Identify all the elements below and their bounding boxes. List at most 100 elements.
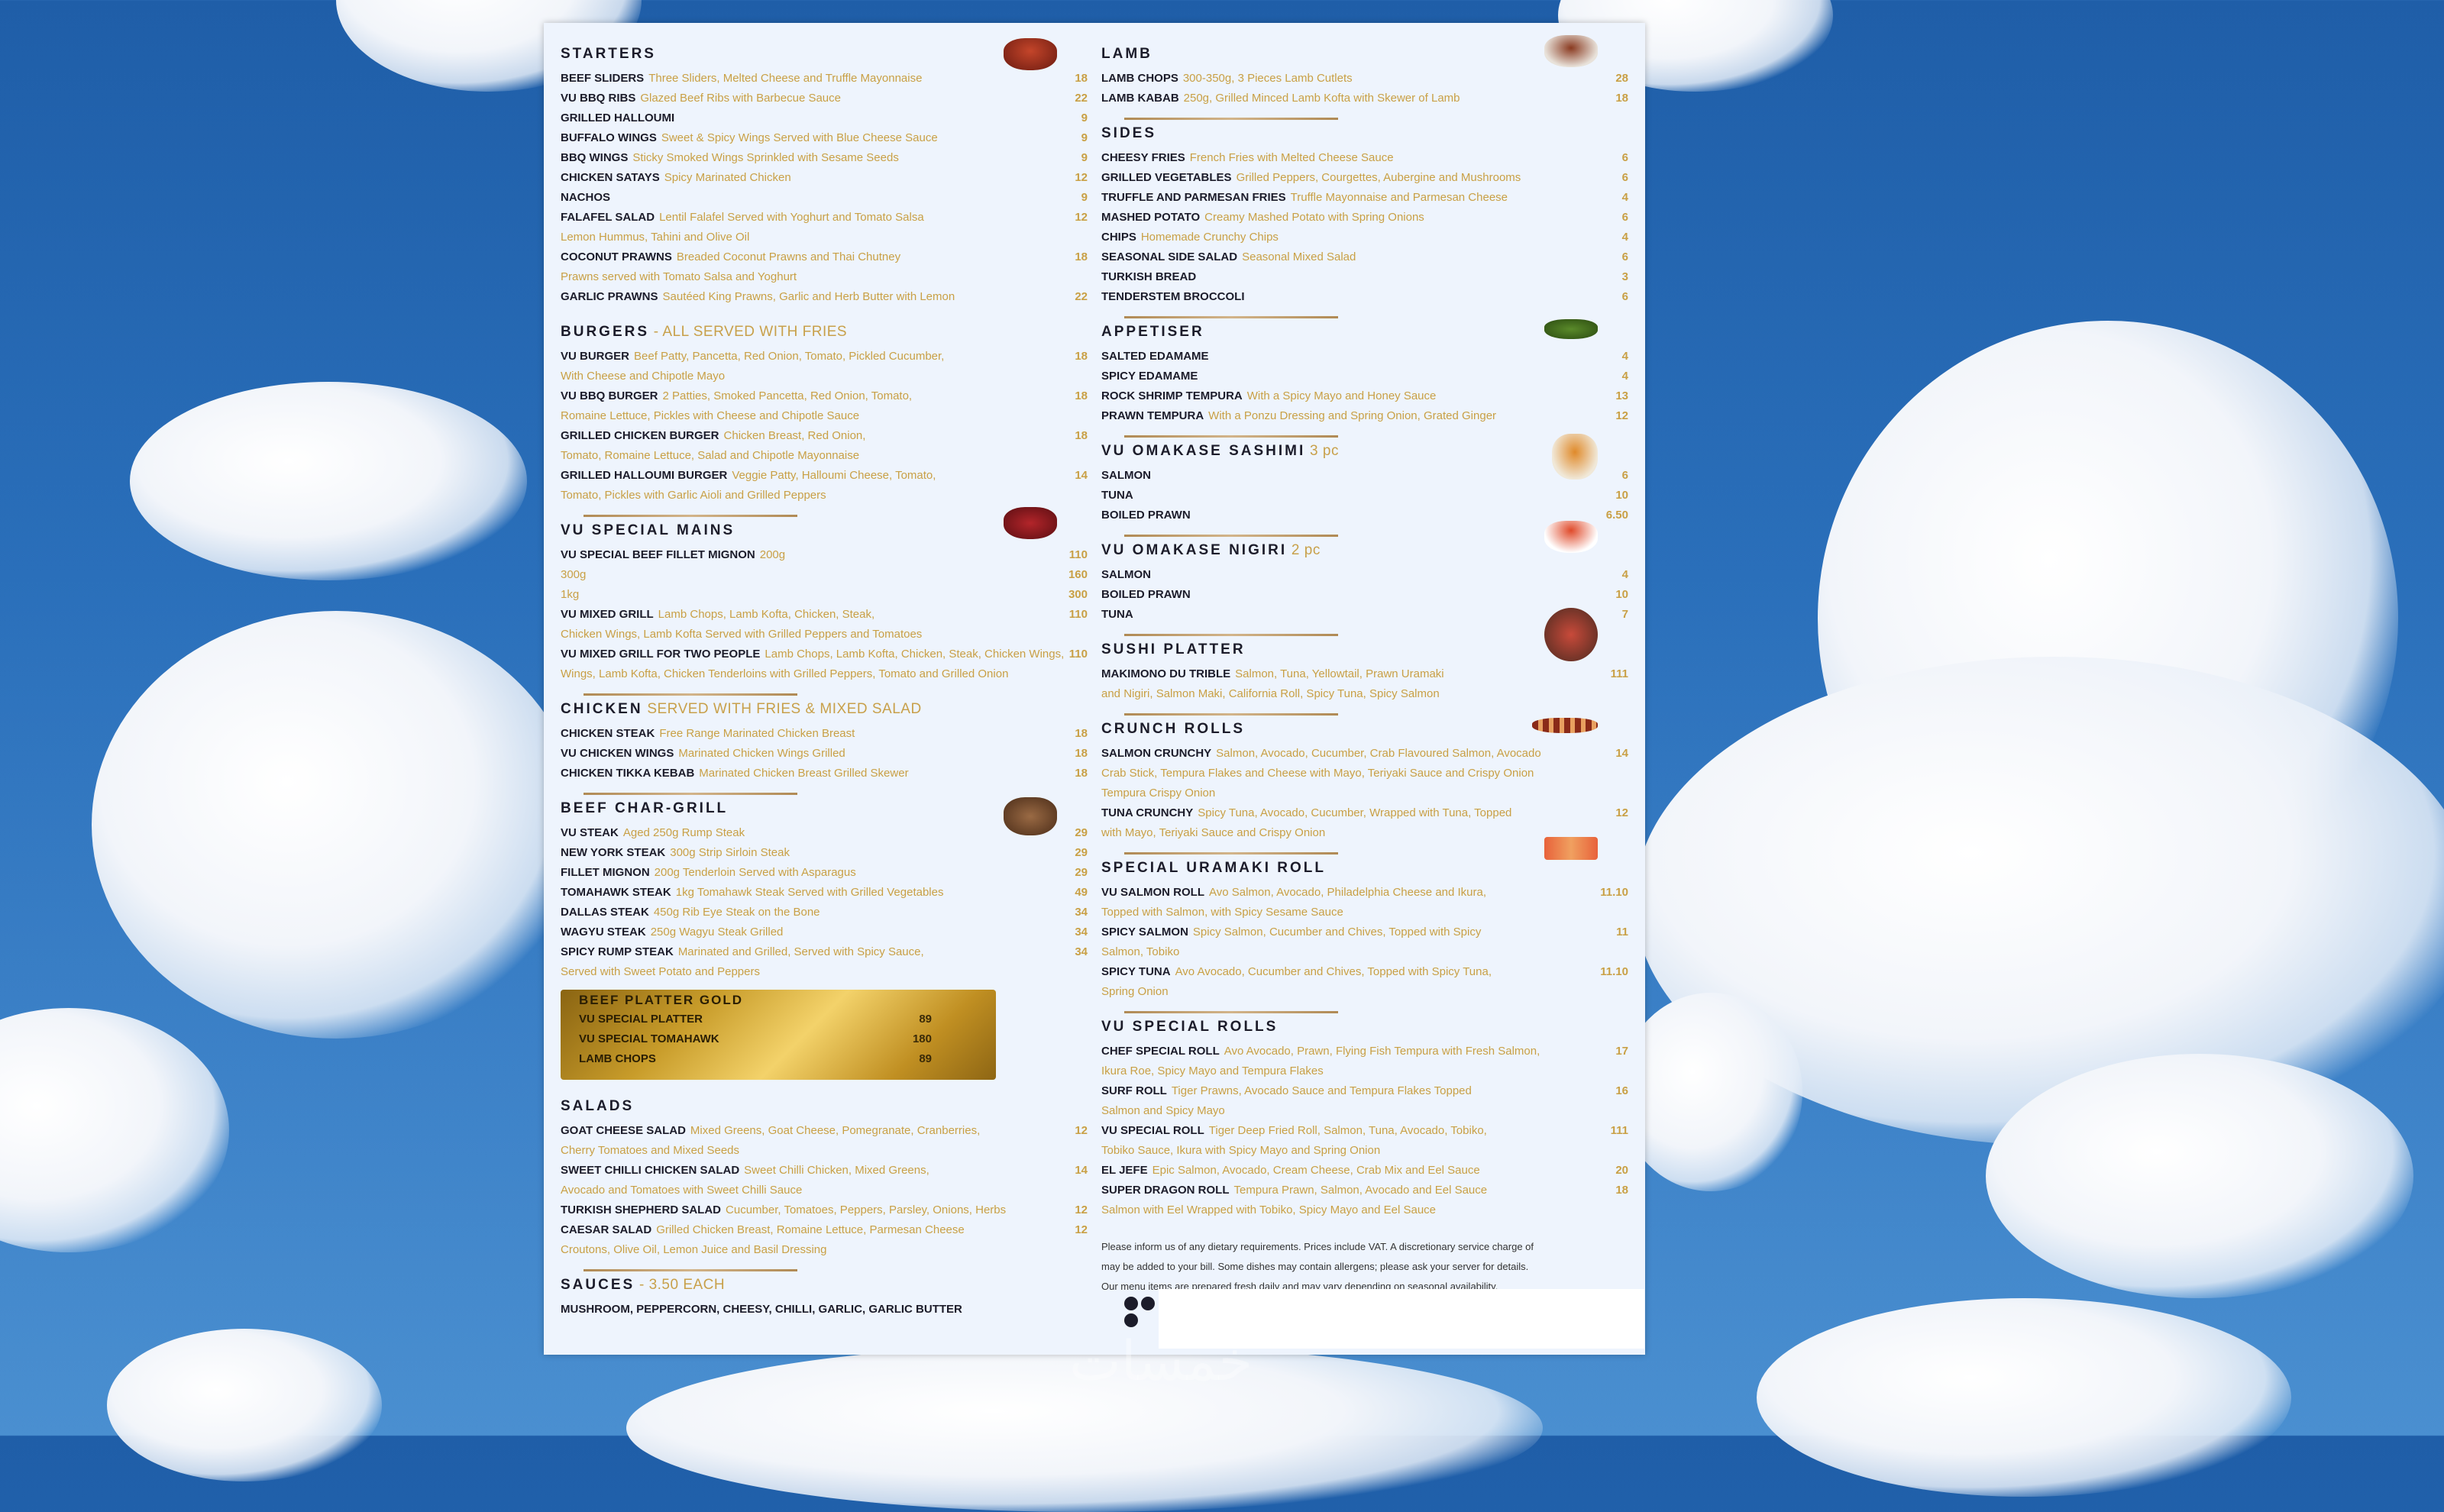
item-price: 300 xyxy=(1068,588,1088,601)
item-description: Avo Avocado, Cucumber and Chives, Topped… xyxy=(1175,965,1492,978)
item-name: TUNA xyxy=(1101,608,1133,621)
item-description: Tobiko Sauce, Ikura with Spicy Mayo and … xyxy=(1101,1144,1381,1157)
item-description: Seasonal Mixed Salad xyxy=(1242,250,1356,263)
item-description: Romaine Lettuce, Pickles with Cheese and… xyxy=(561,409,860,422)
cloud xyxy=(1986,1054,2413,1298)
item-description: Tiger Deep Fried Roll, Salmon, Tuna, Avo… xyxy=(1208,1124,1487,1137)
menu-item: CHICKEN STEAK Free Range Marinated Chicke… xyxy=(561,724,1088,744)
menu-item: VU CHICKEN WINGS Marinated Chicken Wings … xyxy=(561,744,1088,764)
menu-item-description: Served with Sweet Potato and Peppers xyxy=(561,962,1088,982)
instagram-icon[interactable] xyxy=(1141,1297,1155,1310)
item-description: Spicy Marinated Chicken xyxy=(664,171,791,184)
menu-item: VU SPECIAL BEEF FILLET MIGNON 200g 110 xyxy=(561,545,1088,565)
item-price: 9 xyxy=(1081,151,1088,164)
item-description: Glazed Beef Ribs with Barbecue Sauce xyxy=(640,92,841,105)
divider xyxy=(584,693,797,696)
item-name: VU SALMON ROLL xyxy=(1101,886,1204,899)
item-description: 250g Wagyu Steak Grilled xyxy=(650,926,784,939)
item-name: DALLAS STEAK xyxy=(561,906,649,919)
item-name: SURF ROLL xyxy=(1101,1084,1167,1097)
section-sushi-platter: SUSHI PLATTER MAKIMONO DU TRIBLE Salmon, … xyxy=(1101,608,1628,704)
item-description: Tiger Prawns, Avocado Sauce and Tempura … xyxy=(1171,1084,1472,1097)
item-name: TENDERSTEM BROCCOLI xyxy=(1101,290,1245,303)
menu-item: VU STEAK Aged 250g Rump Steak 29 xyxy=(561,823,1088,843)
item-price: 11.10 xyxy=(1600,965,1628,978)
item-price: 111 xyxy=(1610,1124,1628,1137)
item-price: 4 xyxy=(1621,370,1628,383)
item-price: 20 xyxy=(1615,1164,1628,1177)
item-name: GRILLED HALLOUMI xyxy=(561,111,675,124)
divider xyxy=(1124,713,1338,716)
item-price: 18 xyxy=(1075,250,1088,263)
item-name: MASHED POTATO xyxy=(1101,211,1201,224)
item-name: MAKIMONO DU TRIBLE xyxy=(1101,667,1231,680)
item-price: 6 xyxy=(1621,290,1628,303)
item-price: 29 xyxy=(1075,846,1088,859)
item-price: 6 xyxy=(1621,211,1628,224)
item-description: with Mayo, Teriyaki Sauce and Crispy Oni… xyxy=(1101,826,1326,839)
item-name: SWEET CHILLI CHICKEN SALAD xyxy=(561,1164,740,1177)
item-name: VU MIXED GRILL FOR TWO PEOPLE xyxy=(561,648,761,661)
item-name: SPICY SALMON xyxy=(1101,926,1188,939)
item-name: SALMON xyxy=(1101,568,1151,581)
item-description: Topped with Salmon, with Spicy Sesame Sa… xyxy=(1101,906,1343,919)
item-description: Prawns served with Tomato Salsa and Yogh… xyxy=(561,270,797,283)
item-description: Tempura Prawn, Salmon, Avocado and Eel S… xyxy=(1233,1184,1488,1197)
item-name: CHICKEN STEAK xyxy=(561,727,655,740)
section-subtitle: 2 pc xyxy=(1287,542,1321,558)
menu-item: VU BBQ BURGER 2 Patties, Smoked Pancetta,… xyxy=(561,386,1088,406)
menu-left-column: STARTERS BEEF SLIDERS Three Sliders, Melt… xyxy=(561,38,1088,1336)
item-name: VU MIXED GRILL xyxy=(561,608,654,621)
section-title: SPECIAL URAMAKI ROLL xyxy=(1101,860,1326,876)
menu-item-description: Topped with Salmon, with Spicy Sesame Sa… xyxy=(1101,903,1628,922)
item-description: Marinated Chicken Breast Grilled Skewer xyxy=(699,767,909,780)
item-description: 200g Tenderloin Served with Asparagus xyxy=(654,866,856,879)
section-beef-char-grill: BEEF CHAR-GRILL VU STEAK Aged 250g Rump S… xyxy=(561,793,1088,1080)
item-price: 49 xyxy=(1075,886,1088,899)
item-description: Tempura Crispy Onion xyxy=(1101,787,1216,800)
item-name: VU SPECIAL TOMAHAWK xyxy=(579,1032,719,1045)
item-name: TURKISH BREAD xyxy=(1101,270,1197,283)
item-price: 4 xyxy=(1621,231,1628,244)
item-description: With Cheese and Chipotle Mayo xyxy=(561,370,726,383)
item-description: Lemon Hummus, Tahini and Olive Oil xyxy=(561,231,750,244)
item-price: 4 xyxy=(1621,568,1628,581)
item-description: Croutons, Olive Oil, Lemon Juice and Bas… xyxy=(561,1243,827,1256)
item-name: CHICKEN SATAYS xyxy=(561,171,660,184)
facebook-icon[interactable] xyxy=(1124,1297,1138,1310)
tripadvisor-icon[interactable] xyxy=(1124,1313,1138,1327)
food-photo-icon xyxy=(1532,718,1598,733)
item-price: 89 xyxy=(919,1052,932,1065)
item-description: Spicy Salmon, Cucumber and Chives, Toppe… xyxy=(1192,926,1482,939)
menu-item: GRILLED VEGETABLES Grilled Peppers, Courg… xyxy=(1101,168,1628,188)
sauce-list: MUSHROOM, PEPPERCORN, CHEESY, CHILLI, GA… xyxy=(561,1303,962,1316)
item-name: CHIPS xyxy=(1101,231,1136,244)
item-name: GRILLED CHICKEN BURGER xyxy=(561,429,719,442)
item-price: 7 xyxy=(1621,608,1628,621)
item-description: Tomato, Romaine Lettuce, Salad and Chipo… xyxy=(561,449,860,462)
menu-item: NACHOS 9 xyxy=(561,188,1088,208)
gold-platter-box: BEEF PLATTER GOLD VU SPECIAL PLATTER 89 VU… xyxy=(561,990,996,1080)
section-nigiri: VU OMAKASE NIGIRI 2 pc SALMON 4 BOILED PRA… xyxy=(1101,521,1628,625)
menu-item: TURKISH SHEPHERD SALAD Cucumber, Tomatoes… xyxy=(561,1200,1088,1220)
menu-item: CHIPS Homemade Crunchy Chips 4 xyxy=(1101,228,1628,247)
item-name: SPICY RUMP STEAK xyxy=(561,945,674,958)
item-price: 18 xyxy=(1075,767,1088,780)
menu-item: SUPER DRAGON ROLL Tempura Prawn, Salmon, … xyxy=(1101,1181,1628,1200)
divider xyxy=(1124,316,1338,318)
menu-item: SALMON CRUNCHY Salmon, Avocado, Cucumber,… xyxy=(1101,744,1628,764)
item-description: With a Spicy Mayo and Honey Sauce xyxy=(1246,389,1437,402)
item-name: FALAFEL SALAD xyxy=(561,211,655,224)
item-description: Sautéed King Prawns, Garlic and Herb But… xyxy=(662,290,955,303)
item-name: CHEESY FRIES xyxy=(1101,151,1185,164)
cloud xyxy=(1757,1298,2291,1497)
menu-item-description: Salmon and Spicy Mayo xyxy=(1101,1101,1628,1121)
menu-item: TURKISH BREAD 3 xyxy=(1101,267,1628,287)
item-name: WAGYU STEAK xyxy=(561,926,646,939)
item-price: 13 xyxy=(1615,389,1628,402)
item-name: VU SPECIAL BEEF FILLET MIGNON xyxy=(561,548,755,561)
menu-item: VU BURGER Beef Patty, Pancetta, Red Onion… xyxy=(561,347,1088,367)
menu-item: MASHED POTATO Creamy Mashed Potato with S… xyxy=(1101,208,1628,228)
item-price: 18 xyxy=(1075,747,1088,760)
menu-item: COCONUT PRAWNS Breaded Coconut Prawns and… xyxy=(561,247,1088,267)
